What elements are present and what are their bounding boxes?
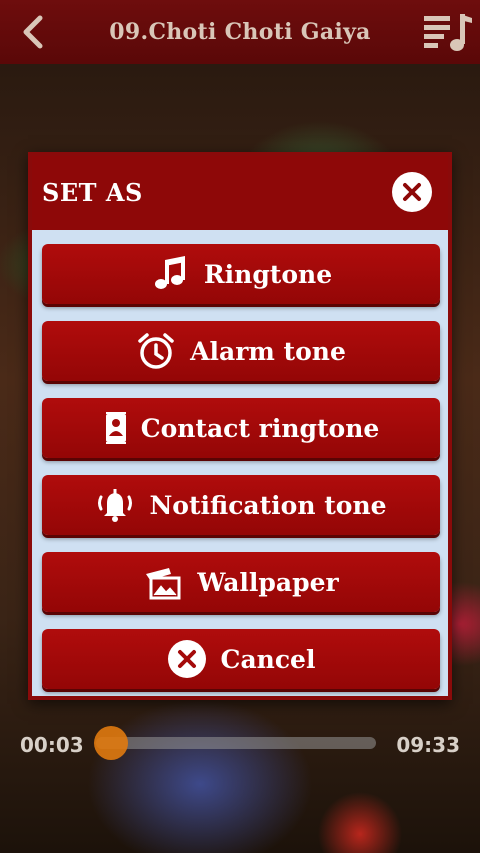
playlist-button[interactable] (420, 10, 474, 56)
contact-ringtone-label: Contact ringtone (140, 413, 380, 443)
notification-tone-label: Notification tone (149, 490, 387, 520)
image-icon (146, 568, 181, 600)
music-note-icon (154, 256, 185, 289)
cancel-label: Cancel (220, 644, 316, 674)
seek-track[interactable] (96, 737, 376, 749)
alarm-clock-icon (138, 333, 174, 369)
ringtone-label: Ringtone (203, 259, 333, 289)
dialog-title: SET AS (42, 178, 143, 207)
wallpaper-label: Wallpaper (197, 567, 339, 597)
player-controls: 00:03 09:33 (0, 725, 480, 765)
back-arrow-icon (23, 15, 43, 49)
contact-card-icon (105, 412, 126, 444)
seek-thumb[interactable] (94, 726, 128, 760)
cancel-button[interactable]: Cancel (42, 629, 440, 689)
alarm-tone-label: Alarm tone (190, 336, 346, 366)
top-app-bar: 09.Choti Choti Gaiya (0, 0, 480, 64)
current-time: 00:03 (20, 733, 84, 757)
total-time: 09:33 (396, 733, 460, 757)
playlist-music-icon (424, 14, 472, 51)
bell-icon (98, 489, 133, 522)
close-circle-icon (167, 640, 206, 678)
wallpaper-button[interactable]: Wallpaper (42, 552, 440, 612)
dialog-header: SET AS (32, 156, 448, 230)
ringtone-button[interactable]: Ringtone (42, 244, 440, 304)
back-button[interactable] (14, 12, 50, 52)
close-icon (392, 172, 432, 212)
notification-tone-button[interactable]: Notification tone (42, 475, 440, 535)
track-title: 09.Choti Choti Gaiya (109, 19, 371, 45)
dialog-close-button[interactable] (392, 172, 432, 212)
alarm-tone-button[interactable]: Alarm tone (42, 321, 440, 381)
set-as-dialog: SET AS Ringtone Alarm tone Contact ringt… (28, 152, 452, 700)
contact-ringtone-button[interactable]: Contact ringtone (42, 398, 440, 458)
